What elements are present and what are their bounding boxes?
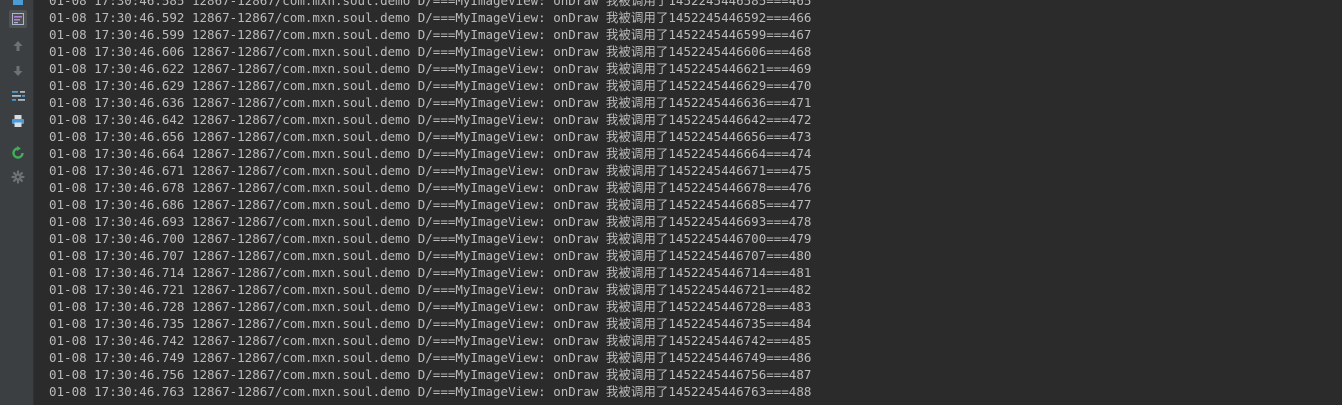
logcat-panel: 01-08 17:30:46.585 12867-12867/com.mxn.s…: [0, 0, 1342, 405]
log-line: 01-08 17:30:46.756 12867-12867/com.mxn.s…: [49, 367, 812, 382]
log-line: 01-08 17:30:46.700 12867-12867/com.mxn.s…: [49, 231, 812, 246]
log-line: 01-08 17:30:46.749 12867-12867/com.mxn.s…: [49, 350, 812, 365]
log-line: 01-08 17:30:46.664 12867-12867/com.mxn.s…: [49, 146, 812, 161]
down-arrow-icon: [13, 66, 23, 76]
restart-icon: [12, 146, 24, 159]
log-lines: 01-08 17:30:46.585 12867-12867/com.mxn.s…: [49, 0, 811, 400]
log-line: 01-08 17:30:46.707 12867-12867/com.mxn.s…: [49, 248, 812, 263]
log-line: 01-08 17:30:46.599 12867-12867/com.mxn.s…: [49, 27, 812, 42]
soft-wrap-icon: [12, 13, 24, 25]
log-line: 01-08 17:30:46.693 12867-12867/com.mxn.s…: [49, 214, 812, 229]
log-line: 01-08 17:30:46.721 12867-12867/com.mxn.s…: [49, 282, 812, 297]
log-line: 01-08 17:30:46.656 12867-12867/com.mxn.s…: [49, 129, 812, 144]
up-arrow-icon: [13, 41, 23, 51]
log-line: 01-08 17:30:46.714 12867-12867/com.mxn.s…: [49, 265, 812, 280]
log-line: 01-08 17:30:46.742 12867-12867/com.mxn.s…: [49, 333, 812, 348]
scroll-to-end-button[interactable]: [9, 0, 27, 9]
settings-gear-icon: [11, 170, 25, 184]
log-line: 01-08 17:30:46.592 12867-12867/com.mxn.s…: [49, 10, 812, 25]
print-button[interactable]: [9, 112, 27, 130]
log-line: 01-08 17:30:46.678 12867-12867/com.mxn.s…: [49, 180, 812, 195]
filter-button[interactable]: [9, 87, 27, 105]
log-line: 01-08 17:30:46.606 12867-12867/com.mxn.s…: [49, 44, 812, 59]
log-line: 01-08 17:30:46.622 12867-12867/com.mxn.s…: [49, 61, 812, 76]
log-line: 01-08 17:30:46.763 12867-12867/com.mxn.s…: [49, 384, 812, 399]
log-line: 01-08 17:30:46.671 12867-12867/com.mxn.s…: [49, 163, 812, 178]
log-line: 01-08 17:30:46.735 12867-12867/com.mxn.s…: [49, 316, 812, 331]
log-line: 01-08 17:30:46.636 12867-12867/com.mxn.s…: [49, 95, 812, 110]
logcat-toolbar: [0, 0, 34, 405]
log-line: 01-08 17:30:46.728 12867-12867/com.mxn.s…: [49, 299, 812, 314]
down-button[interactable]: [9, 62, 27, 80]
log-line: 01-08 17:30:46.642 12867-12867/com.mxn.s…: [49, 112, 812, 127]
log-line: 01-08 17:30:46.629 12867-12867/com.mxn.s…: [49, 78, 812, 93]
log-line: 01-08 17:30:46.686 12867-12867/com.mxn.s…: [49, 197, 812, 212]
soft-wrap-button[interactable]: [9, 10, 27, 28]
up-button[interactable]: [9, 37, 27, 55]
logcat-output[interactable]: 01-08 17:30:46.585 12867-12867/com.mxn.s…: [34, 0, 1342, 405]
scroll-to-end-icon: [13, 0, 23, 5]
settings-button[interactable]: [9, 168, 27, 186]
log-line: 01-08 17:30:46.585 12867-12867/com.mxn.s…: [49, 0, 812, 8]
filter-icon: [11, 91, 25, 101]
restart-button[interactable]: [9, 144, 27, 162]
print-icon: [12, 115, 24, 127]
